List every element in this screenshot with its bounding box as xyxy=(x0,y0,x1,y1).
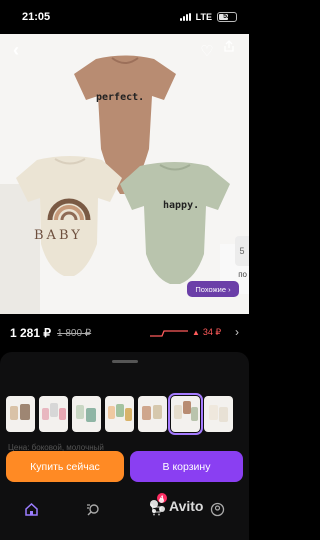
avito-logo-icon xyxy=(150,498,166,514)
chevron-right-icon: › xyxy=(235,325,239,339)
side-badge[interactable]: 5 xyxy=(235,236,249,266)
buy-now-button[interactable]: Купить сейчас xyxy=(6,451,124,482)
side-text: по xyxy=(238,270,247,279)
variant-3[interactable] xyxy=(72,396,101,432)
battery-icon: 52 xyxy=(217,12,237,22)
favorite-button[interactable]: ♡ xyxy=(197,41,217,61)
back-icon: ‹ xyxy=(13,39,19,60)
watermark-text: Avito xyxy=(169,498,204,514)
add-to-cart-button[interactable]: В корзину xyxy=(130,451,243,482)
variant-6-selected[interactable] xyxy=(168,393,203,435)
similar-button[interactable]: Похожие › xyxy=(187,281,239,297)
tab-bar: 4 xyxy=(0,487,249,540)
current-price: 1 281 ₽ xyxy=(10,326,51,340)
home-icon xyxy=(24,502,38,516)
share-icon xyxy=(224,40,234,52)
price-delta: ▲ 34 ₽ xyxy=(192,327,222,337)
action-buttons: Купить сейчас В корзину xyxy=(6,451,243,482)
print-happy: happy. xyxy=(163,200,200,211)
arrow-up-icon: ▲ xyxy=(192,328,200,337)
status-time: 21:05 xyxy=(22,11,51,23)
profile-icon xyxy=(211,502,225,516)
variant-1[interactable] xyxy=(6,396,35,432)
print-baby: BABY xyxy=(34,228,83,243)
tab-search[interactable] xyxy=(81,497,105,521)
product-photo-image xyxy=(0,34,249,314)
network-label: LTE xyxy=(195,12,212,22)
variant-4[interactable] xyxy=(105,396,134,432)
variant-7[interactable] xyxy=(204,396,233,432)
back-button[interactable]: ‹ xyxy=(6,40,26,60)
search-icon xyxy=(86,503,99,515)
print-perfect: perfect. xyxy=(96,92,145,103)
price-row[interactable]: 1 281 ₽ 1 800 ₽ ▲ 34 ₽ › xyxy=(0,314,249,352)
product-photo[interactable]: perfect. BABY happy. ‹ ♡ xyxy=(0,34,249,314)
variant-5[interactable] xyxy=(138,396,167,432)
avito-watermark: Avito xyxy=(150,498,203,514)
variant-list xyxy=(6,393,233,435)
signal-icon xyxy=(179,13,191,21)
old-price: 1 800 ₽ xyxy=(57,327,92,339)
heart-icon: ♡ xyxy=(200,43,214,60)
tab-home[interactable] xyxy=(19,497,43,521)
variant-2[interactable] xyxy=(39,396,68,432)
sheet-handle[interactable] xyxy=(112,360,138,363)
price-history-sparkline xyxy=(150,330,188,337)
status-bar: 21:05 LTE 52 xyxy=(0,0,249,34)
tab-profile[interactable] xyxy=(206,497,230,521)
share-button[interactable] xyxy=(223,40,243,60)
